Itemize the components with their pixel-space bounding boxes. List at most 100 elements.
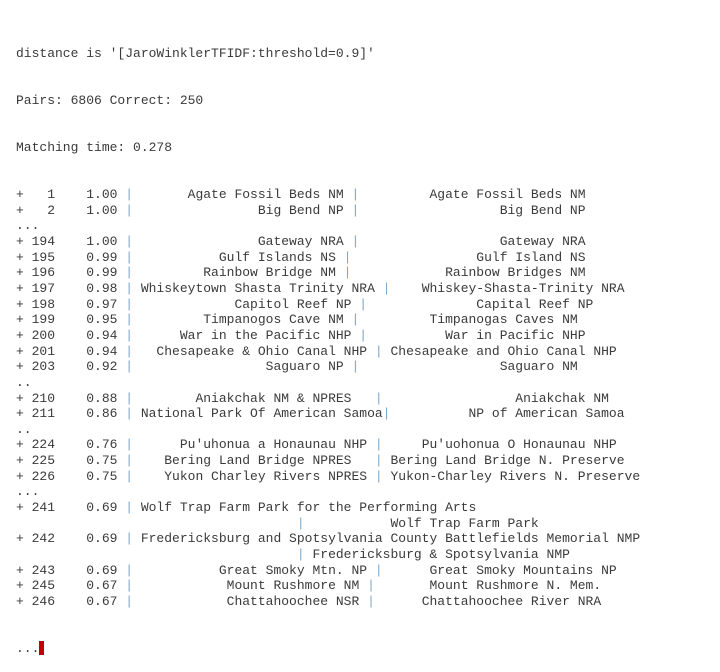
source-name-left: Whiskeytown Shasta Trinity NRA	[133, 281, 383, 297]
matched-name-right: Bering Land Bridge N. Preserve	[382, 453, 625, 469]
match-row: + 201 0.94 | Chesapeake & Ohio Canal NHP…	[16, 344, 640, 360]
ellipsis-line: ..	[16, 421, 32, 437]
matched-name-right: Agate Fossil Beds NM	[359, 187, 586, 203]
source-name-left: Rainbow Bridge NM	[133, 265, 344, 281]
match-row: + 242 0.69 | Fredericksburg and Spotsylv…	[16, 531, 640, 547]
source-name-left: Gateway NRA	[133, 234, 352, 250]
matched-name-right: Saguaro NM	[359, 359, 578, 375]
column-separator: |	[359, 296, 368, 312]
matched-name-right: War in Pacific NHP	[367, 327, 586, 343]
source-name-left: Great Smoky Mtn. NP	[133, 562, 375, 578]
row-index-score: + 194 1.00	[16, 234, 126, 250]
matched-name-right: Gulf Island NS	[351, 249, 586, 265]
console-header-time: Matching time: 0.278	[16, 140, 173, 156]
source-name-left: War in the Pacific NHP	[133, 327, 360, 343]
column-separator: |	[125, 296, 134, 312]
row-index-score: + 243 0.69	[16, 562, 126, 578]
match-row: + 2 1.00 | Big Bend NP | Big Bend NP	[16, 203, 640, 219]
row-index-score	[16, 516, 297, 531]
column-separator: |	[374, 343, 383, 359]
column-separator: |	[125, 327, 134, 343]
prompt-text: ...	[16, 640, 40, 656]
matched-name-right: Chesapeake and Ohio Canal NHP	[382, 343, 617, 359]
source-name-left: Chesapeake & Ohio Canal NHP	[133, 343, 375, 359]
source-name-left: Saguaro NP	[133, 359, 352, 375]
row-index-score: + 197 0.98	[16, 281, 126, 297]
source-name-left: Wolf Trap Farm Park for the Performing A…	[133, 499, 477, 515]
matched-name-right: Pu'uohonua O Honaunau NHP	[382, 437, 617, 453]
column-separator: |	[125, 359, 134, 375]
row-index-score: + 196 0.99	[16, 265, 126, 281]
match-row: + 1 1.00 | Agate Fossil Beds NM | Agate …	[16, 187, 640, 203]
row-index-score	[16, 547, 297, 562]
match-row: + 226 0.75 | Yukon Charley Rivers NPRES …	[16, 469, 640, 485]
match-row: + 203 0.92 | Saguaro NP | Saguaro NM	[16, 359, 640, 375]
row-index-score: + 200 0.94	[16, 327, 126, 343]
matched-name-right: Great Smoky Mountains NP	[382, 562, 617, 578]
matched-name-right: Aniakchak NM	[382, 390, 609, 406]
row-index-score: + 198 0.97	[16, 296, 126, 312]
source-name-left: Aniakchak NM & NPRES	[133, 390, 375, 406]
console-header-distance: distance is '[JaroWinklerTFIDF:threshold…	[16, 46, 375, 62]
column-separator: |	[125, 499, 134, 515]
column-separator: |	[125, 281, 134, 297]
column-separator: |	[374, 437, 383, 453]
column-separator: |	[374, 468, 383, 484]
match-row-continuation: | Wolf Trap Farm Park	[16, 516, 640, 532]
match-row: + 195 0.99 | Gulf Islands NS | Gulf Isla…	[16, 250, 640, 266]
row-index-score: + 226 0.75	[16, 468, 126, 484]
ellipsis-line: ..	[16, 374, 32, 390]
column-separator: |	[359, 327, 368, 343]
source-name-left: Yukon Charley Rivers NPRES	[133, 468, 375, 484]
match-row: + 199 0.95 | Timpanogos Cave NM | Timpan…	[16, 312, 640, 328]
row-index-score: + 224 0.76	[16, 437, 126, 453]
match-row: + 245 0.67 | Mount Rushmore NM | Mount R…	[16, 578, 640, 594]
source-name-left: Agate Fossil Beds NM	[133, 187, 352, 203]
row-index-score: + 211 0.86	[16, 406, 126, 422]
match-row: + 197 0.98 | Whiskeytown Shasta Trinity …	[16, 281, 640, 297]
matched-name-right: Gateway NRA	[359, 234, 586, 250]
column-separator: |	[374, 562, 383, 578]
match-row-continuation: | Fredericksburg & Spotsylvania NMP	[16, 547, 640, 563]
column-separator: |	[125, 249, 134, 265]
matched-name-right: Big Bend NP	[359, 202, 586, 218]
matched-name-right: Fredericksburg & Spotsylvania NMP	[304, 546, 570, 562]
column-separator: |	[125, 390, 134, 406]
source-name-left: National Park Of American Samoa	[133, 406, 383, 422]
source-name-left: Pu'uhonua a Honaunau NHP	[133, 437, 375, 453]
row-index-score: + 241 0.69	[16, 499, 126, 515]
column-separator: |	[367, 593, 375, 609]
matched-name-right: Yukon-Charley Rivers N. Preserve	[382, 468, 641, 484]
column-separator: |	[296, 546, 305, 562]
matched-name-right: Whiskey-Shasta-Trinity NRA	[390, 281, 625, 297]
row-index-score: + 242 0.69	[16, 531, 126, 547]
row-index-score: + 199 0.95	[16, 312, 126, 328]
row-index-score: + 2 1.00	[16, 202, 126, 218]
match-row: + 243 0.69 | Great Smoky Mtn. NP | Great…	[16, 563, 640, 579]
matched-name-right: Capital Reef NP	[367, 296, 594, 312]
column-separator: |	[125, 562, 134, 578]
column-separator: |	[125, 187, 134, 203]
source-name-left: Timpanogos Cave NM	[133, 312, 352, 328]
column-separator: |	[125, 312, 134, 328]
source-name-left: Big Bend NP	[133, 202, 352, 218]
matched-name-right: Chattahoochee River NRA	[374, 593, 602, 609]
matched-name-right: Wolf Trap Farm Park	[304, 515, 539, 531]
row-index-score: + 246 0.67	[16, 593, 126, 609]
row-index-score: + 203 0.92	[16, 359, 126, 375]
row-index-score: + 1 1.00	[16, 187, 126, 203]
column-separator: |	[125, 406, 134, 422]
match-row: + 196 0.99 | Rainbow Bridge NM | Rainbow…	[16, 265, 640, 281]
source-name-left: Mount Rushmore NM	[133, 578, 368, 594]
match-row: + 211 0.86 | National Park Of American S…	[16, 406, 640, 422]
source-name-left: Gulf Islands NS	[133, 249, 344, 265]
match-row: + 200 0.94 | War in the Pacific NHP | Wa…	[16, 328, 640, 344]
column-separator: |	[125, 578, 134, 594]
match-row: + 241 0.69 | Wolf Trap Farm Park for the…	[16, 500, 640, 516]
match-row: + 224 0.76 | Pu'uhonua a Honaunau NHP | …	[16, 437, 640, 453]
matched-name-right: Rainbow Bridges NM	[351, 265, 586, 281]
matched-name-right: Mount Rushmore N. Mem.	[374, 578, 602, 594]
console-prompt[interactable]: ...	[16, 640, 640, 657]
column-separator: |	[125, 234, 134, 250]
console-output: distance is '[JaroWinklerTFIDF:threshold…	[16, 15, 640, 672]
